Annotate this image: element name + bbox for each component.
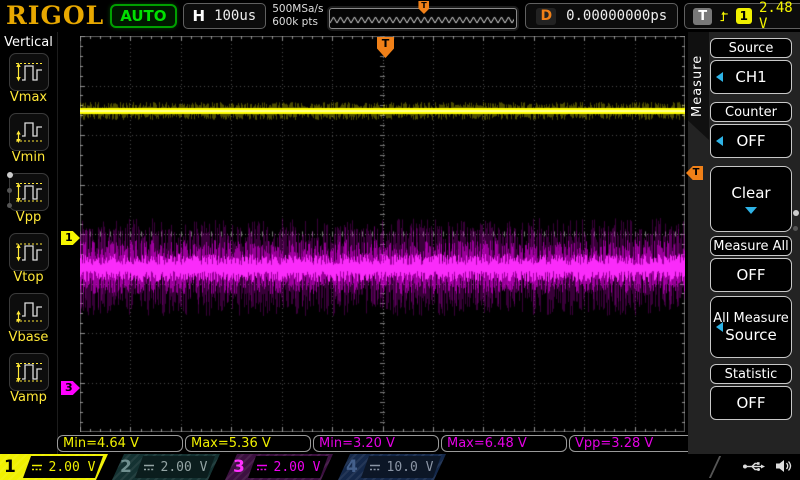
- clear-button[interactable]: Clear: [710, 166, 792, 232]
- measure-item-vbase[interactable]: Vbase: [9, 293, 49, 345]
- all-measure-label: All Measure: [713, 311, 789, 326]
- channel-4-scale: 10.0 V: [387, 460, 434, 475]
- ch3-ground-marker[interactable]: 3: [61, 381, 80, 395]
- measure-item-vpp[interactable]: Vpp: [9, 173, 49, 225]
- channel-2-status[interactable]: 2 2.00 V: [112, 454, 220, 480]
- trigger-readout: T 1 2.48 V: [684, 3, 800, 29]
- source-label: Source: [710, 38, 792, 58]
- right-menu-page-indicator: [793, 210, 799, 231]
- waveform-preview: T: [329, 2, 519, 30]
- measurement-slot-5: Vpp=3.28 V: [569, 435, 695, 452]
- statistic-label: Statistic: [710, 364, 792, 384]
- waveform-display: [80, 36, 685, 432]
- statusbar-divider: [709, 456, 721, 478]
- statistic-button[interactable]: OFF: [710, 386, 792, 420]
- measurement-slot-3: Min=3.20 V: [313, 435, 439, 452]
- dc-coupling-icon: [143, 463, 155, 472]
- vamp-label: Vamp: [10, 391, 47, 405]
- channel-status-bar: 1 2.00 V 2 2.00 V 3 2.00 V 4: [0, 454, 800, 480]
- measure-tab-label: Measure: [690, 40, 706, 132]
- vbase-label: Vbase: [9, 331, 49, 345]
- dc-coupling-icon: [256, 463, 268, 472]
- vtop-icon: [14, 239, 44, 265]
- menu-item-source: Source CH1: [710, 38, 792, 94]
- channel-4-number: 4: [346, 457, 358, 477]
- vmax-label: Vmax: [10, 91, 47, 105]
- vmin-label: Vmin: [12, 151, 45, 165]
- measurement-results-bar: Min=4.64 V Max=5.36 V Min=3.20 V Max=6.4…: [57, 435, 695, 452]
- sample-rate: 500MSa/s: [272, 3, 323, 16]
- channel-3-number: 3: [233, 457, 245, 477]
- usb-icon: [742, 460, 766, 473]
- left-arrow-icon: [716, 136, 723, 146]
- timebase-value: 100us: [214, 8, 256, 24]
- left-menu-title: Vertical: [4, 35, 53, 50]
- measure-item-vmin[interactable]: Vmin: [9, 113, 49, 165]
- channel-3-status[interactable]: 3 2.00 V: [225, 454, 333, 480]
- counter-label: Counter: [710, 102, 792, 122]
- vmax-icon: [14, 59, 44, 85]
- counter-value: OFF: [736, 132, 765, 150]
- vpp-icon: [14, 179, 44, 205]
- delay-value: 0.00000000ps: [566, 8, 667, 24]
- all-measure-value: Source: [725, 326, 777, 344]
- source-value: CH1: [735, 68, 766, 86]
- measurement-slot-2: Max=5.36 V: [185, 435, 311, 452]
- vtop-label: Vtop: [13, 271, 43, 285]
- rising-edge-icon: [719, 9, 729, 24]
- menu-item-measure-all: Measure All OFF: [710, 236, 792, 292]
- measure-item-vmax[interactable]: Vmax: [9, 53, 49, 105]
- rigol-logo: RIGOL: [6, 1, 104, 31]
- clear-label: Clear: [731, 184, 770, 202]
- trigger-level-value: 2.48 V: [759, 0, 796, 32]
- menu-item-counter: Counter OFF: [710, 102, 792, 158]
- measure-item-vamp[interactable]: Vamp: [9, 353, 49, 405]
- left-arrow-icon: [716, 322, 723, 332]
- channel-2-scale: 2.00 V: [161, 460, 208, 475]
- counter-button[interactable]: OFF: [710, 124, 792, 158]
- dc-coupling-icon: [31, 463, 43, 472]
- vbase-icon: [14, 299, 44, 325]
- measure-all-button[interactable]: OFF: [710, 258, 792, 292]
- vertical-measure-menu: Vertical Vmax Vmin Vpp: [0, 32, 58, 454]
- left-menu-page-indicator: [7, 172, 13, 208]
- vamp-icon: [14, 359, 44, 385]
- all-measure-source-button[interactable]: All Measure Source: [710, 296, 792, 358]
- memory-depth: 600k pts: [272, 16, 323, 29]
- run-status-badge: AUTO: [110, 4, 176, 28]
- channel-1-status[interactable]: 1 2.00 V: [0, 454, 108, 480]
- trigger-label: T: [693, 8, 712, 25]
- vmin-icon: [14, 119, 44, 145]
- channel-2-number: 2: [120, 457, 132, 477]
- measure-item-vtop[interactable]: Vtop: [9, 233, 49, 285]
- menu-item-statistic: Statistic OFF: [710, 364, 792, 420]
- horizontal-timebase-readout: H 100us: [183, 3, 267, 29]
- horizontal-label: H: [193, 7, 206, 25]
- measurement-slot-4: Max=6.48 V: [441, 435, 567, 452]
- trigger-source-badge: 1: [736, 8, 752, 24]
- channel-1-scale: 2.00 V: [49, 460, 96, 475]
- channel-1-number: 1: [4, 457, 16, 477]
- measure-menu-panel: Measure Source CH1 Counter OFF Clear Mea…: [688, 32, 800, 454]
- vpp-label: Vpp: [16, 211, 41, 225]
- oscilloscope-screen: { "topbar": { "logo": "RIGOL", "status":…: [0, 0, 800, 480]
- top-status-bar: RIGOL AUTO H 100us 500MSa/s 600k pts T D…: [0, 0, 800, 32]
- waveform-canvas: [80, 36, 685, 432]
- acquisition-readout: 500MSa/s 600k pts: [272, 3, 323, 28]
- measure-all-label: Measure All: [710, 236, 792, 256]
- measure-menu-tab: Measure: [688, 32, 709, 140]
- measure-all-value: OFF: [736, 266, 765, 284]
- measurement-slot-1: Min=4.64 V: [57, 435, 183, 452]
- delay-readout: D 0.00000000ps: [525, 3, 678, 29]
- down-arrow-icon: [745, 207, 757, 214]
- dc-coupling-icon: [369, 463, 381, 472]
- left-arrow-icon: [716, 72, 723, 82]
- channel-4-status[interactable]: 4 10.0 V: [338, 454, 446, 480]
- delay-label: D: [536, 8, 556, 25]
- source-button[interactable]: CH1: [710, 60, 792, 94]
- beeper-icon: [775, 459, 792, 473]
- statistic-value: OFF: [736, 394, 765, 412]
- channel-3-scale: 2.00 V: [274, 460, 321, 475]
- ch1-ground-marker[interactable]: 1: [61, 231, 80, 245]
